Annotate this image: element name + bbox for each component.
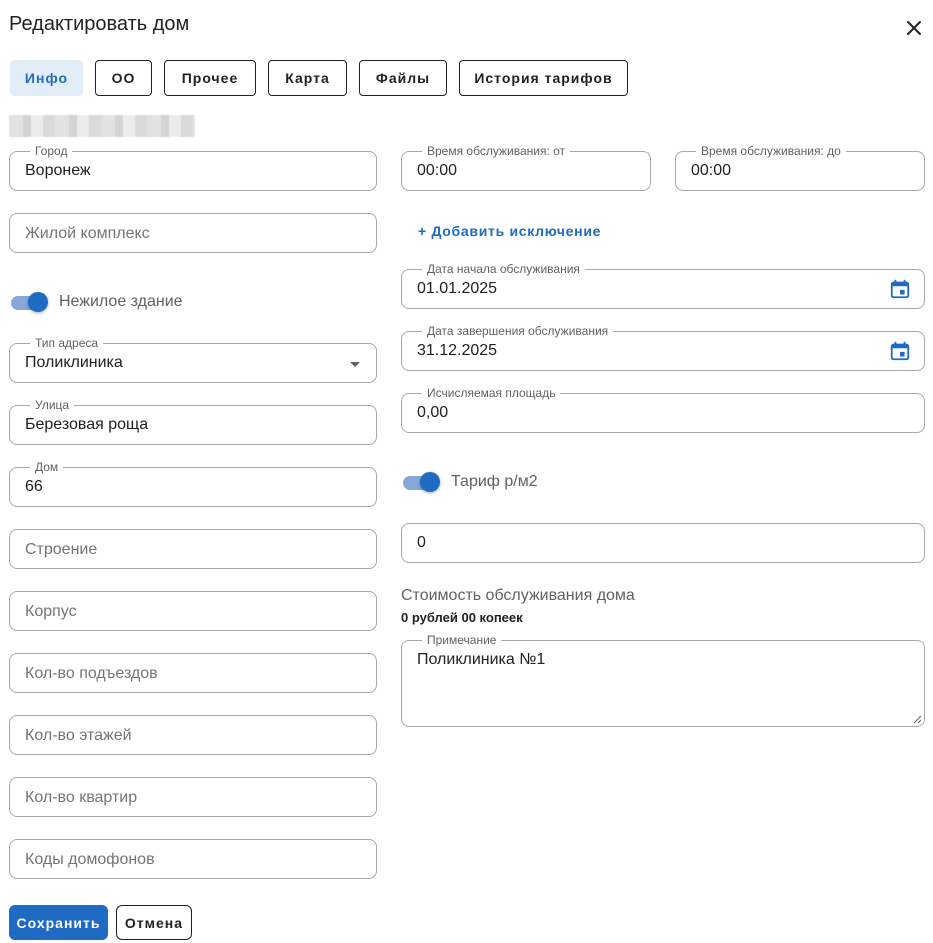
service-time-to-field[interactable]: Время обслуживания: до 00:00 [675, 144, 925, 191]
house-number-label: Дом [30, 460, 64, 474]
tab-map[interactable]: Карта [268, 60, 347, 96]
nonresidential-toggle[interactable] [9, 291, 49, 313]
service-time-to-value: 00:00 [691, 162, 732, 179]
service-start-date-label: Дата начала обслуживания [422, 262, 585, 276]
service-cost-title: Стоимость обслуживания дома [401, 587, 635, 604]
note-textarea[interactable]: Примечание Поликлиника №1 [401, 633, 925, 727]
calculated-area-value: 0,00 [417, 404, 449, 421]
nonresidential-label: Нежилое здание [59, 293, 183, 310]
apartments-count-placeholder: Кол-во квартир [25, 789, 138, 806]
dialog-title: Редактировать дом [9, 13, 190, 35]
tab-other[interactable]: Прочее [164, 60, 256, 96]
city-value: Воронеж [25, 162, 91, 179]
address-type-select[interactable]: Тип адреса Поликлиника [9, 336, 377, 383]
service-time-from-field[interactable]: Время обслуживания: от 00:00 [401, 144, 651, 191]
save-button[interactable]: Сохранить [9, 905, 108, 940]
floors-count-placeholder: Кол-во этажей [25, 727, 132, 744]
tab-info[interactable]: Инфо [10, 60, 83, 96]
tab-tariff-history[interactable]: История тарифов [459, 60, 628, 96]
tariff-value-field[interactable]: 0 [401, 523, 925, 563]
tab-oo[interactable]: ОО [95, 60, 152, 96]
floors-count-field[interactable]: Кол-во этажей [9, 715, 377, 755]
nonresidential-toggle-thumb [28, 292, 48, 312]
service-end-date-label: Дата завершения обслуживания [422, 324, 614, 338]
resize-handle-icon[interactable] [912, 714, 922, 724]
tariff-toggle-thumb [420, 472, 440, 492]
building-placeholder: Строение [25, 541, 98, 558]
entrances-count-field[interactable]: Кол-во подъездов [9, 653, 377, 693]
address-type-value: Поликлиника [25, 354, 123, 371]
service-end-date-value: 31.12.2025 [417, 342, 498, 359]
city-field[interactable]: Город Воронеж [9, 144, 377, 191]
chevron-down-icon [350, 362, 360, 367]
tariff-label: Тариф р/м2 [451, 473, 538, 490]
calculated-area-field[interactable]: Исчисляемая площадь 0,00 [401, 386, 925, 433]
service-start-date-field[interactable]: Дата начала обслуживания 01.01.2025 [401, 262, 925, 309]
service-start-date-value: 01.01.2025 [417, 280, 498, 297]
calendar-icon[interactable] [889, 340, 911, 362]
residential-complex-placeholder: Жилой комплекс [25, 225, 150, 242]
intercom-codes-field[interactable]: Коды домофонов [9, 839, 377, 879]
service-time-from-label: Время обслуживания: от [422, 144, 571, 158]
calendar-icon[interactable] [889, 278, 911, 300]
residential-complex-field[interactable]: Жилой комплекс [9, 213, 377, 253]
service-time-to-label: Время обслуживания: до [696, 144, 846, 158]
close-icon[interactable] [902, 16, 926, 40]
city-label: Город [30, 144, 73, 158]
house-number-value: 66 [25, 478, 43, 495]
add-exception-button[interactable]: + Добавить исключение [418, 223, 601, 239]
note-value: Поликлиника №1 [417, 651, 546, 668]
note-label: Примечание [422, 633, 502, 647]
tariff-toggle[interactable] [401, 471, 441, 493]
service-cost-value: 0 рублей 00 копеек [401, 610, 523, 625]
service-end-date-field[interactable]: Дата завершения обслуживания 31.12.2025 [401, 324, 925, 371]
entrances-count-placeholder: Кол-во подъездов [25, 665, 158, 682]
apartments-count-field[interactable]: Кол-во квартир [9, 777, 377, 817]
building-field[interactable]: Строение [9, 529, 377, 569]
street-label: Улица [30, 398, 75, 412]
street-value: Березовая роща [25, 416, 149, 433]
intercom-codes-placeholder: Коды домофонов [25, 851, 155, 868]
service-time-from-value: 00:00 [417, 162, 458, 179]
street-field[interactable]: Улица Березовая роща [9, 398, 377, 445]
redacted-address [9, 115, 195, 137]
corpus-field[interactable]: Корпус [9, 591, 377, 631]
tariff-value: 0 [417, 534, 426, 551]
cancel-button[interactable]: Отмена [116, 905, 192, 940]
house-number-field[interactable]: Дом 66 [9, 460, 377, 507]
tab-files[interactable]: Файлы [359, 60, 447, 96]
calculated-area-label: Исчисляемая площадь [422, 386, 561, 400]
corpus-placeholder: Корпус [25, 603, 77, 620]
address-type-label: Тип адреса [30, 336, 104, 350]
